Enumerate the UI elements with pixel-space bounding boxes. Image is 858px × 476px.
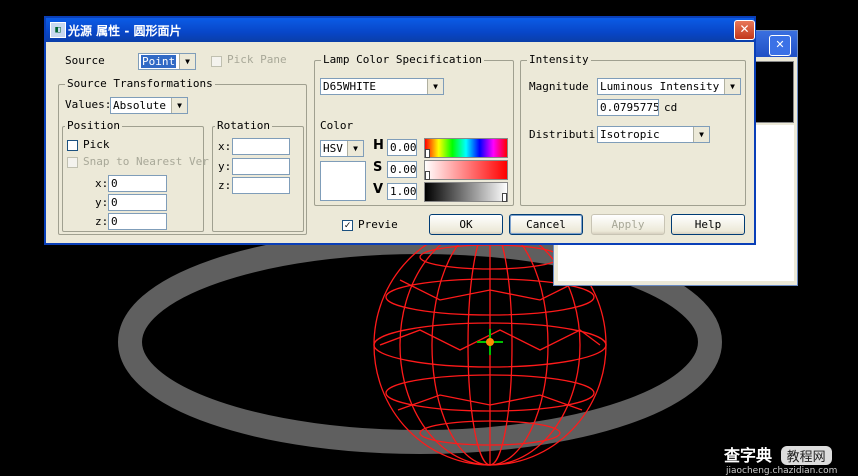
light-source-marker[interactable] bbox=[477, 329, 503, 355]
value-slider-thumb[interactable] bbox=[502, 193, 507, 202]
distribution-label: Distributi bbox=[529, 128, 596, 141]
pick-label: Pick bbox=[83, 138, 110, 151]
ok-button[interactable]: OK bbox=[429, 214, 503, 235]
rotation-x-input[interactable] bbox=[232, 138, 290, 155]
magnitude-type-value: Luminous Intensity bbox=[600, 80, 720, 93]
saturation-slider-thumb[interactable] bbox=[425, 171, 430, 180]
rotation-z-label: z: bbox=[218, 179, 232, 192]
rotation-x-label: x: bbox=[218, 140, 232, 153]
color-swatch bbox=[320, 161, 366, 201]
value-slider[interactable] bbox=[424, 182, 508, 202]
magnitude-unit: cd bbox=[664, 101, 678, 114]
preview-checkbox[interactable]: ✓ bbox=[342, 220, 353, 231]
chevron-down-icon: ▼ bbox=[427, 79, 443, 94]
snap-label: Snap to Nearest Ver bbox=[83, 155, 209, 168]
source-select[interactable]: Point ▼ bbox=[138, 53, 196, 70]
saturation-label: S bbox=[373, 160, 383, 175]
rotation-y-label: y: bbox=[218, 160, 232, 173]
position-label: Position bbox=[65, 119, 122, 132]
position-z-input[interactable]: 0 bbox=[108, 213, 167, 230]
position-z-label: z: bbox=[95, 215, 109, 228]
background-window-close-button[interactable]: ✕ bbox=[769, 35, 791, 56]
chevron-down-icon: ▼ bbox=[171, 98, 187, 113]
values-value: Absolute bbox=[113, 99, 166, 112]
source-transformations-label: Source Transformations bbox=[65, 77, 215, 90]
hue-label: H bbox=[373, 138, 384, 153]
pick-checkbox[interactable] bbox=[67, 140, 78, 151]
source-value: Point bbox=[141, 55, 177, 68]
dialog-title: 光源 属性 - 圆形面片 bbox=[68, 24, 182, 38]
rotation-z-input[interactable] bbox=[232, 177, 290, 194]
position-y-label: y: bbox=[95, 196, 109, 209]
values-label: Values: bbox=[65, 98, 112, 111]
pick-panel-checkbox[interactable] bbox=[211, 56, 222, 67]
position-y-input[interactable]: 0 bbox=[108, 194, 167, 211]
chevron-down-icon: ▼ bbox=[179, 54, 195, 69]
dialog-titlebar[interactable]: ◧ 光源 属性 - 圆形面片 ✕ bbox=[46, 18, 755, 42]
value-input[interactable]: 1.00 bbox=[387, 183, 417, 200]
snap-checkbox[interactable] bbox=[67, 157, 78, 168]
position-x-input[interactable]: 0 bbox=[108, 175, 167, 192]
magnitude-type-select[interactable]: Luminous Intensity ▼ bbox=[597, 78, 741, 95]
distribution-select[interactable]: Isotropic ▼ bbox=[597, 126, 710, 143]
preview-label: Previe bbox=[358, 218, 398, 231]
hue-slider-thumb[interactable] bbox=[425, 149, 430, 158]
chevron-down-icon: ▼ bbox=[724, 79, 740, 94]
chevron-down-icon: ▼ bbox=[347, 141, 363, 156]
watermark-text-1: 查字典 bbox=[724, 446, 773, 465]
close-button[interactable]: ✕ bbox=[734, 20, 755, 40]
color-model-select[interactable]: HSV ▼ bbox=[320, 140, 364, 157]
saturation-input[interactable]: 0.00 bbox=[387, 161, 417, 178]
position-x-label: x: bbox=[95, 177, 109, 190]
magnitude-input[interactable]: 0.0795775 bbox=[597, 99, 659, 116]
chevron-down-icon: ▼ bbox=[693, 127, 709, 142]
magnitude-label: Magnitude bbox=[529, 80, 589, 93]
values-select[interactable]: Absolute ▼ bbox=[110, 97, 188, 114]
lamp-color-value: D65WHITE bbox=[323, 80, 376, 93]
help-button[interactable]: Help bbox=[671, 214, 745, 235]
pick-panel-label: Pick Pane bbox=[227, 53, 287, 66]
lamp-color-select[interactable]: D65WHITE ▼ bbox=[320, 78, 444, 95]
rotation-y-input[interactable] bbox=[232, 158, 290, 175]
hue-slider[interactable] bbox=[424, 138, 508, 158]
cancel-button[interactable]: Cancel bbox=[509, 214, 583, 235]
distribution-value: Isotropic bbox=[600, 128, 660, 141]
rotation-label: Rotation bbox=[215, 119, 272, 132]
source-label: Source bbox=[65, 54, 105, 67]
apply-button[interactable]: Apply bbox=[591, 214, 665, 235]
value-label: V bbox=[373, 182, 384, 197]
watermark: 查字典 教程网 jiaocheng.chazidian.com bbox=[724, 442, 837, 476]
intensity-label: Intensity bbox=[527, 53, 591, 66]
color-model-value: HSV bbox=[323, 142, 343, 155]
light-properties-dialog: ◧ 光源 属性 - 圆形面片 ✕ Source Point ▼ Pick Pan… bbox=[44, 16, 756, 245]
saturation-slider[interactable] bbox=[424, 160, 508, 180]
lamp-color-label: Lamp Color Specification bbox=[321, 53, 484, 66]
watermark-url: jiaocheng.chazidian.com bbox=[726, 466, 838, 476]
hue-input[interactable]: 0.00 bbox=[387, 139, 417, 156]
watermark-text-2: 教程网 bbox=[780, 446, 832, 465]
color-label: Color bbox=[320, 119, 354, 132]
app-icon: ◧ bbox=[50, 22, 66, 38]
